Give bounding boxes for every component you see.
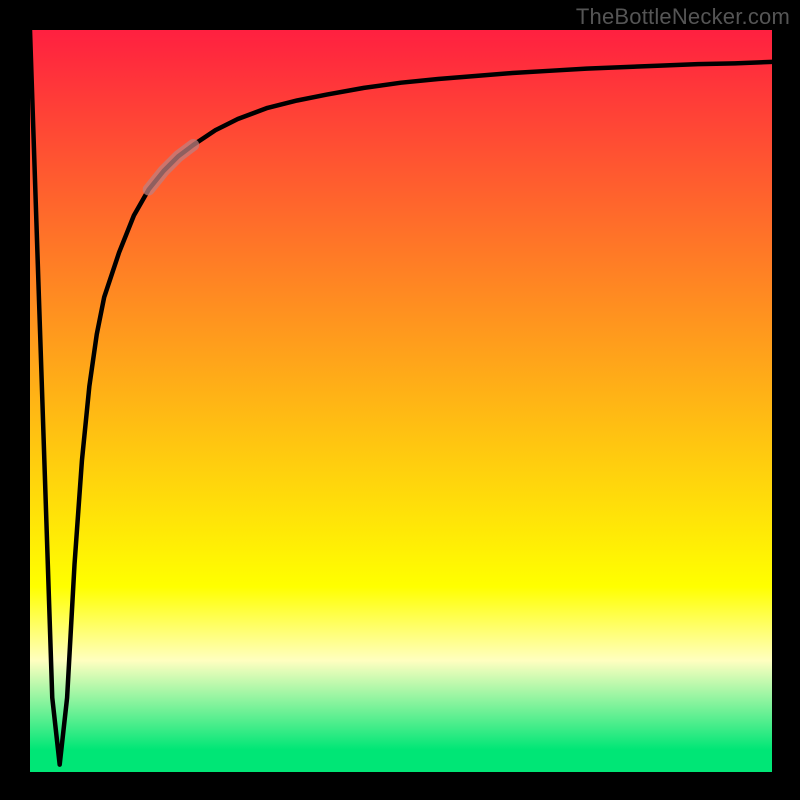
gradient-background	[30, 30, 772, 772]
watermark-text: TheBottleNecker.com	[576, 4, 790, 30]
plot-frame	[30, 30, 772, 772]
chart-root: TheBottleNecker.com	[0, 0, 800, 800]
plot-svg	[30, 30, 772, 772]
